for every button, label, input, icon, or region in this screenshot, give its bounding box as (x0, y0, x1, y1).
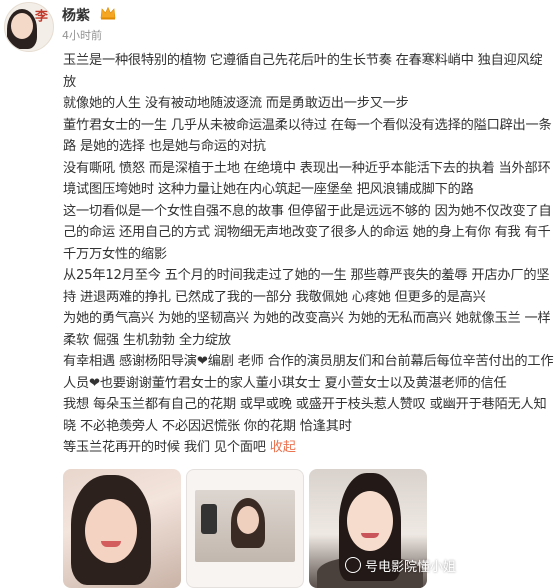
avatar[interactable]: 李 (4, 2, 54, 52)
image-face (85, 499, 137, 563)
post-paragraph: 没有嘶吼 愤怒 而是深植于土地 在绝境中 表现出一种近乎本能活下去的执着 当外部… (63, 160, 551, 198)
post-body: 玉兰是一种很特别的植物 它遵循自己先花后叶的生长节奏 在春寒料峭中 独自迎风绽放… (63, 50, 555, 459)
post-paragraph: 我想 每朵玉兰都有自己的花期 或早或晚 或盛开于枝头惹人赞叹 或幽开于巷陌无人知… (63, 397, 547, 434)
post-last-text: 等玉兰花再开的时候 我们 见个面吧 (63, 440, 266, 455)
post-header: 李 杨紫 4小时前 (0, 0, 560, 52)
image-face (237, 506, 259, 534)
post-paragraph: 董竹君女士的一生 几乎从未被命运温柔以待过 在每一个看似没有选择的隘口辟出一条路… (63, 117, 552, 155)
image-mouth (101, 541, 121, 547)
crown-icon (100, 6, 116, 20)
image-grid (63, 469, 555, 588)
post-paragraph: 就像她的人生 没有被动地随波逐流 而是勇敢迈出一步又一步 (63, 96, 409, 111)
post-paragraph: 玉兰是一种很特别的植物 它遵循自己先花后叶的生长节奏 在春寒料峭中 独自迎风绽放 (63, 53, 543, 90)
collapse-link[interactable]: 收起 (270, 440, 296, 455)
post-paragraph: 这一切看似是一个女性自强不息的故事 但停留于此是远远不够的 因为她不仅改变了自己… (63, 203, 552, 262)
watermark-text: 号电影院懂小姐 (365, 560, 457, 575)
post-paragraph: 有幸相遇 感谢杨阳导演❤编剧 老师 合作的演员朋友们和台前幕后每位辛苦付出的工作… (63, 354, 554, 391)
post-image-1[interactable] (63, 469, 181, 588)
post-paragraph: 从25年12月至今 五个月的时间我走过了她的一生 那些尊严丧失的羞辱 开店办厂的… (63, 268, 550, 305)
phone-in-photo (201, 504, 217, 534)
watermark-logo-icon (345, 557, 361, 573)
image-face (347, 491, 393, 551)
post-image-2[interactable] (186, 469, 304, 588)
username[interactable]: 杨紫 (62, 5, 90, 25)
post-paragraph: 为她的勇气高兴 为她的坚韧高兴 为她的改变高兴 为她的无私而高兴 她就像玉兰 一… (63, 311, 551, 348)
post-last-line: 等玉兰花再开的时候 我们 见个面吧 收起 (63, 437, 555, 459)
image-mouth (361, 533, 379, 538)
post-timestamp[interactable]: 4小时前 (62, 27, 102, 43)
avatar-calligraphy: 李 (32, 9, 47, 22)
